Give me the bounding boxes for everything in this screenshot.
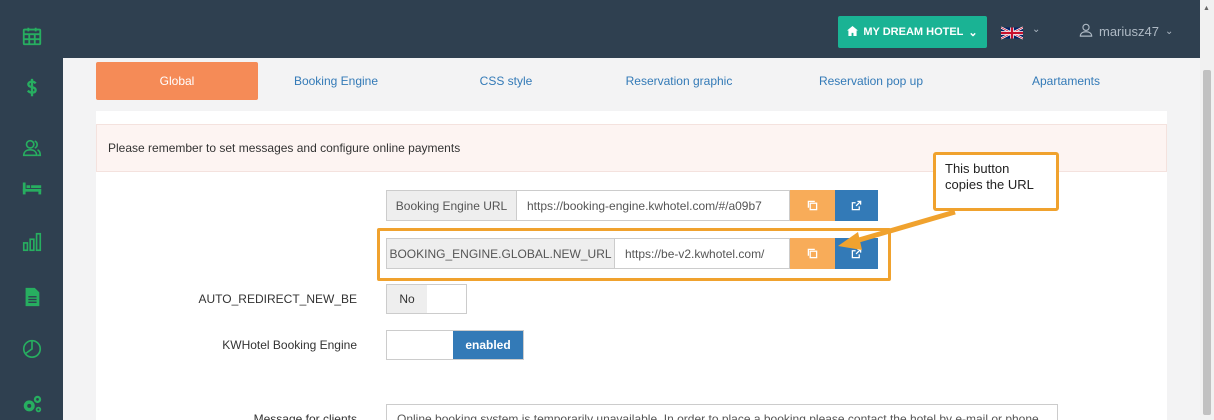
user-icon — [1079, 23, 1093, 40]
booking-engine-url-label: Booking Engine URL — [386, 190, 517, 221]
callout-line-1: This button — [945, 161, 1010, 176]
booking-engine-url-group: Booking Engine URL https://booking-engin… — [386, 190, 878, 221]
dollar-icon[interactable] — [0, 62, 63, 114]
toggle-state-no: No — [387, 285, 427, 313]
highlight-box — [377, 228, 891, 281]
copy-icon — [807, 200, 818, 211]
top-navbar: MY DREAM HOTEL ⌄ ⌄ mariusz47 ⌄ — [63, 0, 1200, 58]
pie-chart-icon[interactable] — [0, 322, 63, 374]
bar-chart-icon[interactable] — [0, 216, 63, 268]
tab-css-style[interactable]: CSS style — [446, 62, 566, 100]
callout-line-2: copies the URL — [945, 177, 1034, 192]
toggle-state-enabled: enabled — [453, 331, 523, 359]
message-for-clients-label: Message for clients — [253, 412, 357, 420]
annotation-callout: This button copies the URL — [933, 152, 1059, 211]
open-url-button[interactable] — [835, 190, 878, 221]
message-for-clients-input[interactable]: Online booking system is temporarily una… — [386, 404, 1058, 420]
tab-booking-engine[interactable]: Booking Engine — [276, 62, 396, 100]
external-link-icon — [851, 200, 862, 211]
tab-global[interactable]: Global — [96, 62, 258, 100]
hotel-select-button[interactable]: MY DREAM HOTEL ⌄ — [838, 16, 987, 48]
home-icon — [847, 25, 859, 39]
tab-reservation-pop-up[interactable]: Reservation pop up — [801, 62, 941, 100]
settings-tabs: Global Booking Engine CSS style Reservat… — [96, 62, 1166, 100]
hotel-name: MY DREAM HOTEL — [863, 26, 964, 38]
booking-engine-url-field[interactable]: https://booking-engine.kwhotel.com/#/a09… — [517, 190, 790, 221]
username: mariusz47 — [1099, 24, 1159, 39]
scrollbar-thumb[interactable] — [1203, 70, 1211, 415]
language-chevron-icon[interactable]: ⌄ — [1032, 24, 1040, 35]
bed-icon[interactable] — [0, 162, 63, 214]
document-icon[interactable] — [0, 271, 63, 323]
gears-icon[interactable] — [0, 378, 63, 420]
uk-flag-icon[interactable] — [1000, 26, 1024, 40]
tab-reservation-graphic[interactable]: Reservation graphic — [609, 62, 749, 100]
user-menu[interactable]: mariusz47 ⌄ — [1079, 23, 1173, 40]
auto-redirect-toggle[interactable]: No — [386, 284, 467, 314]
kwhotel-booking-engine-toggle[interactable]: enabled — [386, 330, 524, 360]
auto-redirect-label: AUTO_REDIRECT_NEW_BE — [198, 292, 357, 306]
copy-url-button[interactable] — [790, 190, 835, 221]
calendar-icon[interactable] — [0, 10, 63, 62]
scroll-up-arrow-icon[interactable]: ▲ — [1203, 5, 1210, 12]
kwhotel-booking-engine-label: KWHotel Booking Engine — [222, 338, 357, 352]
tab-apartaments[interactable]: Apartaments — [1016, 62, 1116, 100]
chevron-down-icon: ⌄ — [968, 26, 978, 39]
sidebar — [0, 0, 63, 420]
chevron-down-icon: ⌄ — [1164, 26, 1174, 37]
